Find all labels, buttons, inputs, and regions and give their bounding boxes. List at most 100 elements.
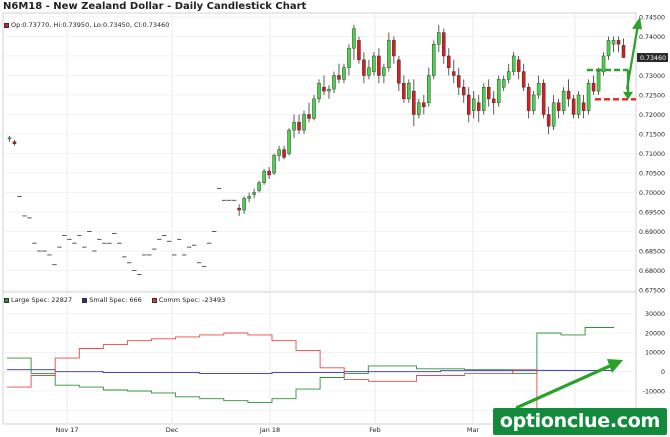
price-panel xyxy=(2,12,637,296)
candle-body xyxy=(307,114,311,119)
legend-small-spec-label: Small Spec: 666 xyxy=(89,296,142,304)
candle-body xyxy=(387,40,391,68)
candle-body xyxy=(282,149,286,158)
cot-y-tick-label: 10000 xyxy=(645,350,665,357)
large-spec-swatch xyxy=(4,297,9,303)
candle-body xyxy=(566,90,571,100)
y-tick-label: 0.70500 xyxy=(639,170,665,177)
cot-y-tick-label: 0 xyxy=(661,369,665,376)
y-tick-label: 0.70000 xyxy=(639,190,665,197)
candle-body xyxy=(257,182,261,191)
cot-panel xyxy=(2,291,637,425)
candle xyxy=(262,169,266,185)
candle-body xyxy=(272,155,276,174)
y-tick-label: 0.73000 xyxy=(639,73,665,80)
candle-body xyxy=(457,75,461,88)
candle-body xyxy=(367,67,371,76)
candle-body xyxy=(382,67,386,76)
cot-y-tick-label: 30000 xyxy=(645,311,665,318)
candle-body xyxy=(536,83,541,96)
candle-body xyxy=(601,55,606,72)
candle-body xyxy=(561,90,566,111)
candle-body xyxy=(317,83,321,100)
candle-body xyxy=(412,90,416,115)
candle-body xyxy=(392,40,396,57)
candle-body xyxy=(372,55,376,72)
candle-body xyxy=(357,40,361,61)
y-tick-label: 0.74500 xyxy=(639,14,665,21)
candle-body xyxy=(247,196,251,199)
candle-body xyxy=(287,129,291,154)
candle xyxy=(576,91,581,119)
candle xyxy=(586,79,591,115)
candle-body xyxy=(362,59,366,76)
candle-body xyxy=(427,75,431,103)
candle xyxy=(496,75,501,107)
candle-body xyxy=(576,94,581,115)
candle-body xyxy=(262,170,266,183)
candle-body xyxy=(332,75,336,90)
candle-body xyxy=(452,71,456,76)
legend-large-spec: Large Spec: 22827 xyxy=(4,296,72,304)
candle-body xyxy=(327,88,331,92)
candle-body xyxy=(252,192,256,195)
candle-body xyxy=(611,40,616,45)
candle xyxy=(541,79,546,119)
candle-body xyxy=(481,86,486,111)
candle-body xyxy=(521,71,526,88)
candle-body xyxy=(526,86,531,111)
candle-body xyxy=(277,149,281,156)
candle-body xyxy=(596,71,601,92)
candle xyxy=(357,36,361,64)
candle-body xyxy=(417,102,421,115)
y-tick-label: 0.72500 xyxy=(639,92,665,99)
x-tick-label: Jan 18 xyxy=(259,426,280,434)
candle-body xyxy=(237,207,241,211)
candle-body xyxy=(486,86,491,100)
candle-body xyxy=(402,83,406,100)
candle-body xyxy=(297,122,301,131)
candle xyxy=(287,128,291,156)
candle xyxy=(596,67,601,95)
cot-y-tick-label: 20000 xyxy=(645,330,665,337)
x-tick-label: Feb xyxy=(369,426,381,434)
candle-body xyxy=(541,83,546,115)
candle-body xyxy=(432,44,436,76)
x-tick-label: Nov 17 xyxy=(55,426,78,434)
y-tick-label: 0.69000 xyxy=(639,229,665,236)
y-tick-label: 0.68500 xyxy=(639,248,665,255)
candle-body xyxy=(606,40,611,57)
candle-body xyxy=(407,83,411,100)
candle-body xyxy=(312,98,316,119)
candle-body xyxy=(551,102,556,127)
y-tick-label: 0.71500 xyxy=(639,131,665,138)
x-tick-label: Dec xyxy=(166,426,179,434)
candle-body xyxy=(322,86,326,92)
y-tick-label: 0.74000 xyxy=(639,34,665,41)
candle-body xyxy=(7,137,12,140)
candle-body xyxy=(342,67,346,80)
candle-body xyxy=(616,40,621,45)
candle-body xyxy=(476,102,481,111)
y-tick-label: 0.67500 xyxy=(639,287,665,294)
candle-body xyxy=(516,59,521,72)
price-legend: Op:0.73770, Hi:0.73950, Lo:0.73450, Cl:0… xyxy=(4,21,170,29)
watermark-logo: optionclue.com xyxy=(492,408,667,435)
comm-spec-swatch xyxy=(151,297,157,303)
candle-body xyxy=(242,198,246,211)
last-price-label: 0.73460 xyxy=(640,55,666,62)
candle xyxy=(272,153,276,175)
y-tick-label: 0.72000 xyxy=(639,112,665,119)
candle-body xyxy=(337,75,341,80)
candle-body xyxy=(352,28,356,49)
candle-body xyxy=(467,94,471,115)
candle-body xyxy=(422,102,426,107)
candle xyxy=(432,40,436,80)
candle-body xyxy=(581,102,586,111)
cot-legend: Large Spec: 22827 Small Spec: 666 Comm S… xyxy=(4,296,234,304)
legend-small-spec: Small Spec: 666 xyxy=(82,296,142,304)
candle-body xyxy=(397,59,401,84)
candle xyxy=(481,83,486,115)
candle-body xyxy=(442,32,446,57)
candle xyxy=(561,87,566,115)
